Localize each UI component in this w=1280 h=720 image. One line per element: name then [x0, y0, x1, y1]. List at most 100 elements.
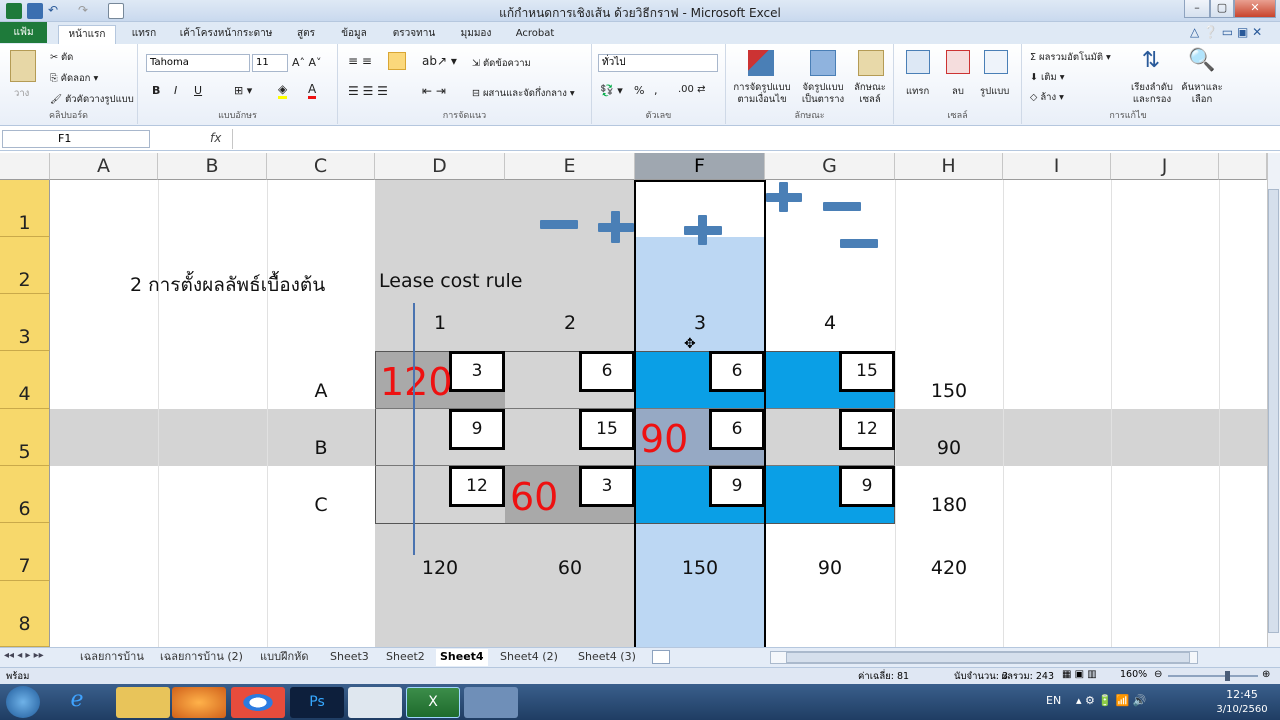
sheet-nav-arrows-icon[interactable]: ◂◂ ◂ ▸ ▸▸ [4, 650, 44, 661]
wrap-text-button[interactable]: ⇲ ตัดข้อความ [472, 56, 531, 71]
cost-box-e5[interactable]: 15 [579, 409, 635, 450]
format-cells-label[interactable]: รูปแบบ [980, 84, 1009, 99]
col-header-j[interactable]: J [1111, 153, 1219, 180]
number-format-select[interactable]: ทั่วไป [598, 54, 718, 72]
select-all-corner[interactable] [0, 153, 50, 180]
tab-page-layout[interactable]: เค้าโครงหน้ากระดาษ [172, 25, 280, 44]
row-header-2[interactable]: 2 [0, 237, 50, 294]
zoom-out-icon[interactable]: ⊖ [1154, 669, 1162, 680]
format-table-label[interactable]: จัดรูปแบบ เป็นตาราง [796, 82, 850, 106]
cell-e3[interactable]: 2 [505, 312, 635, 334]
cell-h6[interactable]: 180 [895, 494, 1003, 516]
find-select-label[interactable]: ค้นหาและ เลือก [1176, 82, 1228, 106]
cut-button[interactable]: ✂ ตัด [50, 50, 73, 65]
cell-h5[interactable]: 90 [895, 437, 1003, 459]
cost-box-f4[interactable]: 6 [709, 351, 765, 392]
cell-c5[interactable]: B [267, 437, 375, 459]
bold-button[interactable]: B [152, 84, 160, 97]
fill-color-icon[interactable]: ◈ [278, 82, 288, 99]
tab-formulas[interactable]: สูตร [286, 25, 326, 44]
cell-c6[interactable]: C [267, 494, 375, 516]
row-header-5[interactable]: 5 [0, 409, 50, 466]
indent-icon[interactable]: ⇤ ⇥ [422, 84, 446, 98]
internet-explorer-icon[interactable]: ℯ [50, 687, 104, 718]
minus-icon[interactable] [823, 202, 861, 211]
format-painter-button[interactable]: 🖌 ตัวคัดวางรูปแบบ [50, 92, 134, 107]
row-header-7[interactable]: 7 [0, 523, 50, 581]
borders-icon[interactable]: ⊞ ▾ [234, 84, 252, 97]
row-header-1[interactable]: 1 [0, 180, 50, 237]
sheet-tab-active[interactable]: Sheet4 [436, 649, 488, 666]
underline-button[interactable]: U [194, 84, 202, 97]
paste-icon[interactable] [10, 50, 36, 82]
delete-cells-label[interactable]: ลบ [952, 84, 964, 99]
col-header-b[interactable]: B [158, 153, 267, 180]
cell-b2[interactable]: 2 การตั้งผลลัพธ์เบื้องต้น [130, 270, 370, 300]
cell-h4[interactable]: 150 [895, 380, 1003, 402]
row-header-4[interactable]: 4 [0, 351, 50, 409]
cost-box-f6[interactable]: 9 [709, 466, 765, 507]
cell-d7[interactable]: 120 [375, 557, 505, 579]
currency-icon[interactable]: 💱 ▾ [600, 84, 623, 97]
close-button[interactable]: ✕ [1234, 0, 1276, 18]
align-left-icon[interactable]: ☰ ☰ ☰ [348, 84, 388, 98]
minus-icon[interactable] [840, 239, 878, 248]
plus-icon[interactable] [598, 211, 634, 243]
cost-box-d6[interactable]: 12 [449, 466, 505, 507]
font-name-select[interactable]: Tahoma [146, 54, 250, 72]
tab-insert[interactable]: แทรก [124, 25, 164, 44]
cell-styles-icon[interactable] [858, 50, 884, 76]
align-top-icon[interactable]: ≡ ≡ [348, 54, 372, 68]
zoom-slider[interactable] [1168, 675, 1258, 677]
minus-icon[interactable] [540, 220, 578, 229]
cost-box-g6[interactable]: 9 [839, 466, 895, 507]
col-header-i[interactable]: I [1003, 153, 1111, 180]
horizontal-scroll-thumb[interactable] [786, 652, 1190, 663]
percent-button[interactable]: % [634, 84, 644, 97]
cost-box-d4[interactable]: 3 [449, 351, 505, 392]
sheet-tab[interactable]: เฉลยการบ้าน [76, 649, 148, 666]
zoom-level[interactable]: 160% [1120, 669, 1147, 680]
cell-g7[interactable]: 90 [765, 557, 895, 579]
sheet-tab[interactable]: Sheet4 (3) [574, 649, 640, 666]
sheet-tab[interactable]: Sheet4 (2) [496, 649, 562, 666]
merge-center-button[interactable]: ⊟ ผสานและจัดกึ่งกลาง ▾ [472, 86, 575, 101]
col-header-k[interactable] [1219, 153, 1267, 180]
sheet-tab[interactable]: แบบฝึกหัด [256, 649, 313, 666]
sheet-tab[interactable]: Sheet3 [326, 649, 373, 666]
tab-acrobat[interactable]: Acrobat [506, 25, 564, 44]
col-header-f[interactable]: F [635, 153, 765, 180]
col-header-g[interactable]: G [765, 153, 895, 180]
excel-taskbar-icon[interactable]: X [406, 687, 460, 718]
sheet-tab[interactable]: Sheet2 [382, 649, 429, 666]
cell-d2[interactable]: Lease cost rule [379, 270, 579, 292]
cost-box-e6[interactable]: 3 [579, 466, 635, 507]
chrome-icon[interactable] [231, 687, 285, 718]
col-header-c[interactable]: C [267, 153, 375, 180]
col-header-a[interactable]: A [50, 153, 158, 180]
cell-g3[interactable]: 4 [765, 312, 895, 334]
file-explorer-icon[interactable] [116, 687, 170, 718]
col-header-h[interactable]: H [895, 153, 1003, 180]
cell-e7[interactable]: 60 [505, 557, 635, 579]
view-buttons-icon[interactable]: ▦ ▣ ▥ [1062, 669, 1097, 680]
help-icon[interactable]: △ ❔ ▭ ▣ ✕ [1190, 25, 1270, 41]
cell-styles-label[interactable]: ลักษณะ เซลล์ [848, 82, 892, 106]
format-cells-icon[interactable] [984, 50, 1008, 74]
italic-button[interactable]: I [174, 84, 177, 97]
font-size-select[interactable]: 11 [252, 54, 288, 72]
file-tab[interactable]: แฟ้ม [0, 22, 47, 43]
clock-date[interactable]: 3/10/2560 [1210, 704, 1274, 715]
cost-box-d5[interactable]: 9 [449, 409, 505, 450]
control-panel-icon[interactable] [464, 687, 518, 718]
cell-d3[interactable]: 1 [375, 312, 505, 334]
cost-box-e4[interactable]: 6 [579, 351, 635, 392]
maximize-button[interactable]: ▢ [1210, 0, 1234, 18]
minimize-button[interactable]: – [1184, 0, 1210, 18]
font-color-icon[interactable]: A [308, 82, 317, 99]
row-header-6[interactable]: 6 [0, 466, 50, 523]
photoshop-icon[interactable]: Ps [290, 687, 344, 718]
tab-review[interactable]: ตรวจทาน [382, 25, 446, 44]
find-select-icon[interactable]: 🔍 [1188, 48, 1215, 76]
function-icon[interactable]: fx [210, 131, 221, 145]
